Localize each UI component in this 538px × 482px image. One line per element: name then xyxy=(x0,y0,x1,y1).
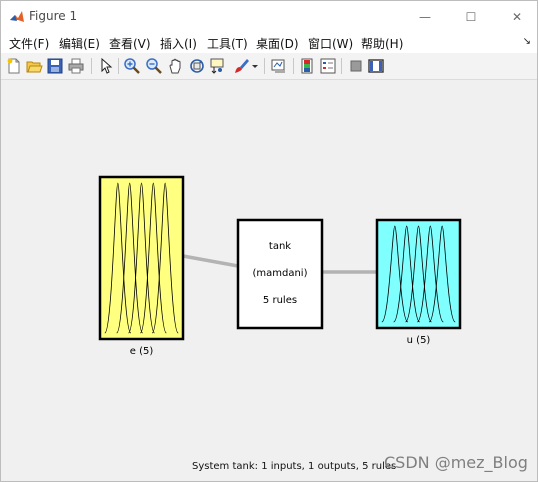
input-connector xyxy=(182,254,239,268)
maximize-icon: ☐ xyxy=(465,10,477,24)
close-icon: ✕ xyxy=(511,10,523,24)
zoom-out-icon[interactable] xyxy=(145,57,163,75)
fis-diagram xyxy=(98,175,462,341)
show-plot-tools-icon[interactable] xyxy=(367,57,385,75)
rotate-3d-icon[interactable] xyxy=(188,57,206,75)
status-text: System tank: 1 inputs, 1 outputs, 5 rule… xyxy=(192,461,397,472)
new-figure-icon[interactable] xyxy=(5,57,23,75)
input-block-e[interactable] xyxy=(98,175,185,341)
toolbar-separator xyxy=(293,58,294,74)
menu-window[interactable]: 窗口(W) xyxy=(308,35,353,52)
system-type: (mamdani) xyxy=(252,268,308,279)
title-bar: Figure 1 — ☐ ✕ xyxy=(1,1,537,33)
menu-help[interactable]: 帮助(H) xyxy=(361,35,403,52)
open-file-icon[interactable] xyxy=(25,57,43,75)
input-mf-box[interactable] xyxy=(98,175,185,341)
pan-icon[interactable] xyxy=(167,57,185,75)
figure-window: Figure 1 — ☐ ✕ 文件(F) 编辑(E) 查看(V) 插入(I) 工… xyxy=(0,0,538,482)
menu-insert[interactable]: 插入(I) xyxy=(160,35,197,52)
data-cursor-icon[interactable] xyxy=(209,57,227,75)
matlab-icon xyxy=(10,11,24,22)
menu-desktop[interactable]: 桌面(D) xyxy=(256,35,299,52)
brush-icon[interactable] xyxy=(232,57,250,75)
minimize-button[interactable]: — xyxy=(402,1,448,33)
output-label: u (5) xyxy=(406,335,431,346)
menu-view[interactable]: 查看(V) xyxy=(109,35,151,52)
legend-icon[interactable] xyxy=(319,57,337,75)
save-icon[interactable] xyxy=(46,57,64,75)
toolbar-separator xyxy=(341,58,342,74)
close-button[interactable]: ✕ xyxy=(494,1,538,33)
output-block-u[interactable] xyxy=(375,218,462,330)
link-plot-icon[interactable] xyxy=(270,57,288,75)
window-title: Figure 1 xyxy=(29,9,78,23)
hide-plot-tools-icon[interactable] xyxy=(347,57,365,75)
zoom-in-icon[interactable] xyxy=(123,57,141,75)
minimize-icon: — xyxy=(419,10,431,24)
menu-overflow-icon[interactable]: ↘ xyxy=(523,36,531,47)
toolbar-separator xyxy=(118,58,119,74)
toolbar-separator xyxy=(264,58,265,74)
watermark-text: CSDN @mez_Blog xyxy=(384,453,528,472)
toolbar xyxy=(1,53,537,80)
brush-dropdown-icon[interactable] xyxy=(250,57,260,75)
output-mf-box[interactable] xyxy=(375,218,462,330)
pointer-icon[interactable] xyxy=(97,57,115,75)
menu-tools[interactable]: 工具(T) xyxy=(207,35,248,52)
figure-canvas: tank (mamdani) 5 rules e (5) u (5) xyxy=(2,80,537,481)
toolbar-separator xyxy=(91,58,92,74)
menu-file[interactable]: 文件(F) xyxy=(9,35,49,52)
menu-bar: 文件(F) 编辑(E) 查看(V) 插入(I) 工具(T) 桌面(D) 窗口(W… xyxy=(1,33,537,53)
print-icon[interactable] xyxy=(67,57,85,75)
system-name: tank xyxy=(268,241,292,252)
system-rules: 5 rules xyxy=(262,295,298,306)
menu-edit[interactable]: 编辑(E) xyxy=(59,35,100,52)
input-label: e (5) xyxy=(129,346,154,357)
maximize-button[interactable]: ☐ xyxy=(448,1,494,33)
colorbar-icon[interactable] xyxy=(298,57,316,75)
